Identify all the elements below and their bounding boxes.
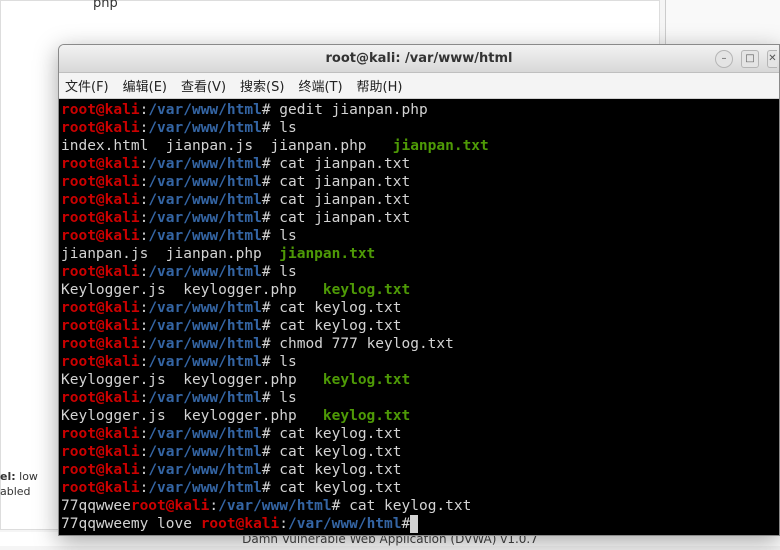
menu-help[interactable]: 帮助(H) bbox=[357, 76, 403, 95]
terminal-line: jianpan.js jianpan.php jianpan.txt bbox=[61, 245, 777, 263]
titlebar[interactable]: root@kali: /var/www/html – □ ✕ bbox=[59, 45, 779, 73]
terminal-line: root@kali:/var/www/html# cat keylog.txt bbox=[61, 443, 777, 461]
terminal-line: Keylogger.js keylogger.php keylog.txt bbox=[61, 281, 777, 299]
terminal-line: root@kali:/var/www/html# cat keylog.txt bbox=[61, 299, 777, 317]
menu-terminal[interactable]: 终端(T) bbox=[298, 76, 342, 95]
terminal-line: root@kali:/var/www/html# cat jianpan.txt bbox=[61, 209, 777, 227]
terminal-line: root@kali:/var/www/html# cat keylog.txt bbox=[61, 479, 777, 497]
terminal-cursor bbox=[410, 515, 418, 533]
terminal-line: root@kali:/var/www/html# gedit jianpan.p… bbox=[61, 101, 777, 119]
terminal-line: root@kali:/var/www/html# ls bbox=[61, 227, 777, 245]
menu-edit[interactable]: 编辑(E) bbox=[123, 76, 167, 95]
terminal-line: 77qqwweemy love root@kali:/var/www/html# bbox=[61, 515, 777, 533]
menubar: 文件(F) 编辑(E) 查看(V) 搜索(S) 终端(T) 帮助(H) bbox=[59, 73, 779, 99]
close-button[interactable]: ✕ bbox=[767, 50, 777, 68]
menu-search[interactable]: 搜索(S) bbox=[240, 76, 284, 95]
terminal-line: root@kali:/var/www/html# cat jianpan.txt bbox=[61, 173, 777, 191]
terminal-line: root@kali:/var/www/html# chmod 777 keylo… bbox=[61, 335, 777, 353]
menu-file[interactable]: 文件(F) bbox=[65, 76, 109, 95]
terminal-line: root@kali:/var/www/html# ls bbox=[61, 119, 777, 137]
terminal-line: root@kali:/var/www/html# ls bbox=[61, 389, 777, 407]
terminal-line: root@kali:/var/www/html# cat keylog.txt bbox=[61, 425, 777, 443]
maximize-button[interactable]: □ bbox=[741, 50, 759, 68]
terminal-output[interactable]: root@kali:/var/www/html# gedit jianpan.p… bbox=[59, 99, 779, 535]
terminal-line: root@kali:/var/www/html# cat keylog.txt bbox=[61, 461, 777, 479]
terminal-line: root@kali:/var/www/html# ls bbox=[61, 353, 777, 371]
window-title: root@kali: /var/www/html bbox=[59, 51, 779, 66]
terminal-line: root@kali:/var/www/html# ls bbox=[61, 263, 777, 281]
terminal-line: Keylogger.js keylogger.php keylog.txt bbox=[61, 371, 777, 389]
security-status: el: lowabled bbox=[0, 470, 38, 500]
terminal-window: root@kali: /var/www/html – □ ✕ 文件(F) 编辑(… bbox=[58, 44, 780, 536]
window-controls: – □ ✕ bbox=[715, 50, 777, 68]
menu-view[interactable]: 查看(V) bbox=[181, 76, 226, 95]
terminal-line: 77qqwweeroot@kali:/var/www/html# cat key… bbox=[61, 497, 777, 515]
terminal-line: root@kali:/var/www/html# cat jianpan.txt bbox=[61, 191, 777, 209]
stray-text: php bbox=[93, 0, 118, 11]
terminal-line: root@kali:/var/www/html# cat jianpan.txt bbox=[61, 155, 777, 173]
terminal-line: Keylogger.js keylogger.php keylog.txt bbox=[61, 407, 777, 425]
minimize-button[interactable]: – bbox=[715, 50, 733, 68]
terminal-line: root@kali:/var/www/html# cat keylog.txt bbox=[61, 317, 777, 335]
terminal-line: index.html jianpan.js jianpan.php jianpa… bbox=[61, 137, 777, 155]
